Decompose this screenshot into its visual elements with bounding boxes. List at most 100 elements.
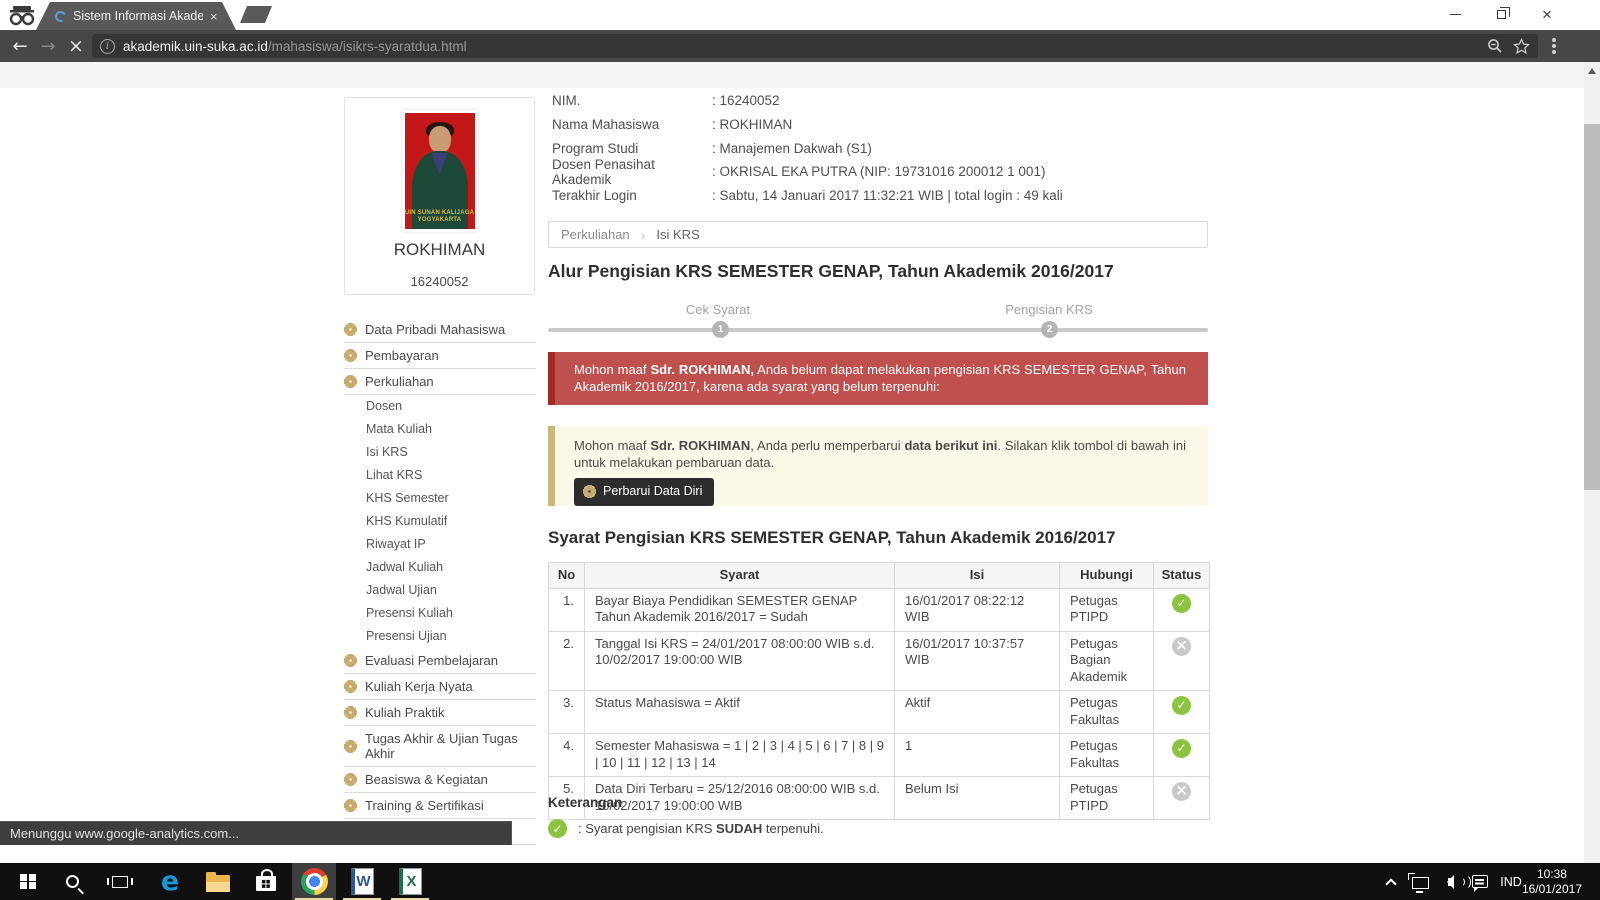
student-photo: UIN SUNAN KALIJAGA YOGYAKARTA [405,113,475,229]
breadcrumb-isi-krs: Isi KRS [656,227,699,242]
sidebar-item-lihat-krs[interactable]: Lihat KRS [344,464,536,487]
alert-error: Mohon maaf Sdr. ROKHIMAN, Anda belum dap… [548,352,1208,405]
sidebar-item-dosen[interactable]: Dosen [344,395,536,418]
sidebar-item-riwayat-ip[interactable]: Riwayat IP [344,533,536,556]
clock-date: 16/01/2017 [1522,882,1582,897]
breadcrumb-perkuliahan[interactable]: Perkuliahan [561,227,630,242]
page-info-icon[interactable]: i [100,39,115,54]
sidebar-item-jadwal-ujian[interactable]: Jadwal Ujian [344,579,536,602]
photo-face [429,126,451,153]
start-button[interactable] [8,863,48,900]
step-circle-2: 2 [1041,321,1058,338]
sidebar-item-kuliah-kerja-nyata[interactable]: Kuliah Kerja Nyata [344,674,536,700]
sidebar-item-pembayaran[interactable]: Pembayaran [344,343,536,369]
sidebar-item-data-pribadi-mahasiswa[interactable]: Data Pribadi Mahasiswa [344,317,536,343]
page-title: Alur Pengisian KRS SEMESTER GENAP, Tahun… [548,259,1208,283]
sidebar-item-mata-kuliah[interactable]: Mata Kuliah [344,418,536,441]
sidebar-item-evaluasi-pembelajaran[interactable]: Evaluasi Pembelajaran [344,648,536,674]
browser-menu-icon[interactable] [1552,38,1556,42]
legend-text: : Syarat pengisian KRS SUDAH terpenuhi. [578,821,824,836]
chrome-button[interactable] [292,863,336,900]
tray-chevron-button[interactable] [1378,863,1404,900]
volume-button[interactable] [1436,863,1466,900]
col-syarat: Syarat [585,563,895,589]
step-label-cek-syarat: Cek Syarat [638,302,798,318]
taskbar-clock[interactable]: 10:38 16/01/2017 [1522,863,1582,900]
screen: Sistem Informasi Akadem × × ← → × i akad… [0,0,1600,900]
info-row-nim: NIM.: 16240052 [552,89,1212,113]
requirements-table: No Syarat Isi Hubungi Status 1. Bayar Bi… [548,562,1210,820]
flower-icon [344,323,357,336]
sidebar-menu: Data Pribadi Mahasiswa Pembayaran Perkul… [344,317,536,845]
scrollbar-thumb[interactable] [1584,124,1600,490]
sidebar-item-beasiswa-kegiatan[interactable]: Beasiswa & Kegiatan [344,767,536,793]
status-check-icon [1172,594,1191,613]
restore-button[interactable] [1478,0,1524,29]
sidebar-item-presensi-kuliah[interactable]: Presensi Kuliah [344,602,536,625]
taskbar-search-button[interactable] [52,863,92,900]
network-icon [1412,877,1429,889]
col-hubungi: Hubungi [1060,563,1154,589]
photo-overlay-text: UIN SUNAN KALIJAGA YOGYAKARTA [405,210,475,224]
tab-loading-spinner-icon [53,9,67,23]
table-row: 4. Semester Mahasiswa = 1 | 2 | 3 | 4 | … [549,734,1210,777]
sidebar-item-training-sertifikasi[interactable]: Training & Sertifikasi [344,793,536,819]
zoom-icon[interactable] [1487,38,1503,54]
perbarui-data-diri-button[interactable]: Perbarui Data Diri [574,478,714,506]
stepper-track [548,328,1208,332]
table-row: 1. Bayar Biaya Pendidikan SEMESTER GENAP… [549,588,1210,631]
stop-icon[interactable]: × [62,30,90,62]
browser-titlebar: Sistem Informasi Akadem × × [0,0,1600,30]
scroll-up-arrow-icon[interactable] [1588,68,1596,74]
windows-logo-icon [20,874,36,890]
col-isi: Isi [895,563,1060,589]
sidebar-item-kuliah-praktik[interactable]: Kuliah Praktik [344,700,536,726]
chrome-icon [301,868,328,895]
status-cross-icon [1172,782,1191,801]
info-row-nama: Nama Mahasiswa: ROKHIMAN [552,113,1212,137]
minimize-button[interactable] [1432,0,1478,29]
browser-tab[interactable]: Sistem Informasi Akadem × [36,2,236,30]
address-bar[interactable]: i akademik.uin-suka.ac.id/mahasiswa/isik… [92,34,1538,58]
browser-status-bubble: Menunggu www.google-analytics.com... [0,821,512,845]
sidebar-item-perkuliahan[interactable]: Perkuliahan [344,369,536,395]
sidebar-item-jadwal-kuliah[interactable]: Jadwal Kuliah [344,556,536,579]
flower-icon [344,706,357,719]
word-button[interactable]: W [340,863,384,900]
info-row-dosen: Dosen Penasihat Akademik: OKRISAL EKA PU… [552,160,1212,184]
edge-icon: e [161,868,179,895]
sidebar-item-tugas-akhir[interactable]: Tugas Akhir & Ujian Tugas Akhir [344,726,536,767]
edge-button[interactable]: e [148,863,192,900]
flower-icon [344,349,357,362]
forward-icon[interactable]: → [34,30,62,62]
back-icon[interactable]: ← [6,30,34,62]
tab-close-icon[interactable]: × [210,10,218,23]
student-nim: 16240052 [345,274,534,289]
bookmark-star-icon[interactable] [1513,38,1530,55]
flower-icon [344,375,357,388]
scrollbar[interactable] [1584,62,1600,863]
new-tab-button[interactable] [240,6,272,23]
sidebar-item-khs-semester[interactable]: KHS Semester [344,487,536,510]
status-check-icon [1172,739,1191,758]
action-center-button[interactable] [1466,863,1494,900]
sidebar-item-presensi-ujian[interactable]: Presensi Ujian [344,625,536,648]
excel-button[interactable]: X [388,863,432,900]
sidebar-item-khs-kumulatif[interactable]: KHS Kumulatif [344,510,536,533]
sidebar-item-isi-krs[interactable]: Isi KRS [344,441,536,464]
url-text[interactable]: akademik.uin-suka.ac.id/mahasiswa/isikrs… [123,39,467,54]
network-button[interactable] [1406,863,1434,900]
word-icon: W [351,868,374,895]
status-check-icon [1172,696,1191,715]
task-view-icon [112,876,128,888]
file-explorer-button[interactable] [196,863,240,900]
close-button[interactable]: × [1524,0,1570,29]
step-circle-1: 1 [712,321,729,338]
speaker-icon [1448,878,1454,886]
task-view-button[interactable] [100,863,140,900]
student-info: NIM.: 16240052 Nama Mahasiswa: ROKHIMAN … [552,89,1212,207]
student-name: ROKHIMAN [345,240,534,260]
step-label-pengisian-krs: Pengisian KRS [969,302,1129,318]
store-button[interactable] [244,863,288,900]
flower-icon [344,799,357,812]
